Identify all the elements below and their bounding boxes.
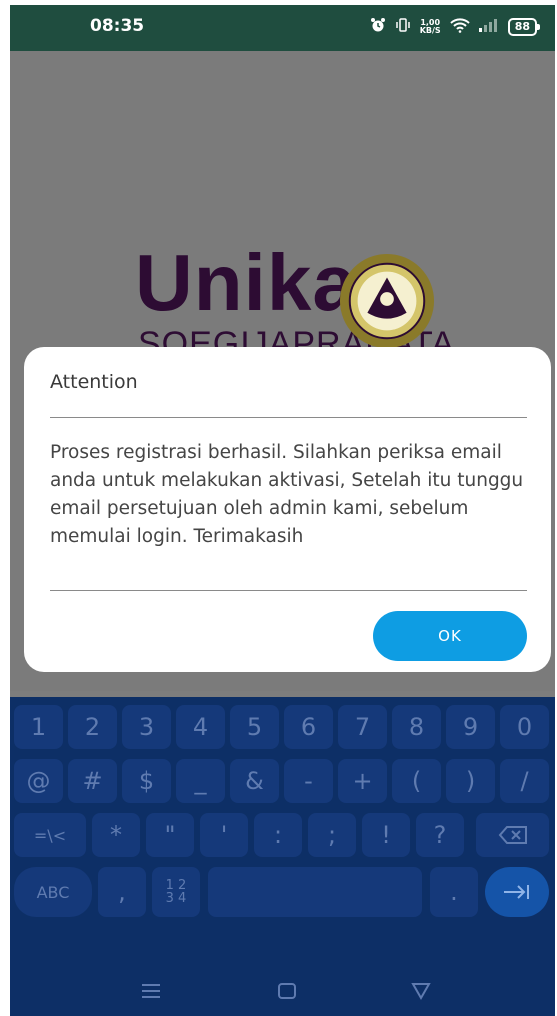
dialog-title: Attention	[50, 371, 138, 393]
phone-screen: 08:35 1,00 KB/S 88 Unika SOEGIJAPRANATA	[10, 5, 555, 1016]
backspace-icon	[498, 826, 527, 844]
key-close-paren[interactable]: )	[446, 759, 495, 803]
key-period[interactable]: .	[430, 867, 478, 917]
logo-title: Unika	[135, 238, 358, 327]
key-semicolon[interactable]: ;	[308, 813, 356, 857]
status-icons: 1,00 KB/S 88	[370, 17, 541, 37]
key-at[interactable]: @	[14, 759, 63, 803]
university-seal-logo	[339, 253, 435, 349]
key-numpad[interactable]: 1 2 3 4	[152, 867, 200, 917]
attention-dialog: Attention Proses registrasi berhasil. Si…	[24, 347, 551, 672]
back-triangle-icon[interactable]	[410, 981, 432, 1006]
enter-key[interactable]	[485, 867, 549, 917]
key-6[interactable]: 6	[284, 705, 333, 749]
home-icon[interactable]	[276, 981, 298, 1006]
navigation-bar	[10, 975, 555, 1016]
keyboard-row-numbers: 1 2 3 4 5 6 7 8 9 0	[10, 705, 555, 749]
backspace-key[interactable]	[476, 813, 549, 857]
battery-indicator: 88	[507, 18, 541, 36]
key-9[interactable]: 9	[446, 705, 495, 749]
network-speed-unit: KB/S	[419, 26, 441, 35]
numpad-label-bottom: 3 4	[165, 891, 187, 906]
key-comma[interactable]: ,	[98, 867, 146, 917]
enter-arrow-icon	[504, 885, 529, 899]
key-exclamation[interactable]: !	[362, 813, 410, 857]
key-1[interactable]: 1	[14, 705, 63, 749]
key-double-quote[interactable]: "	[146, 813, 194, 857]
key-more-symbols[interactable]: =\<	[14, 813, 86, 857]
key-underscore[interactable]: _	[176, 759, 225, 803]
key-space[interactable]	[208, 867, 422, 917]
alarm-icon	[370, 17, 386, 37]
menu-icon[interactable]	[140, 981, 162, 1006]
key-4[interactable]: 4	[176, 705, 225, 749]
key-ampersand[interactable]: &	[230, 759, 279, 803]
key-slash[interactable]: /	[500, 759, 549, 803]
network-speed: 1,00 KB/S	[420, 19, 441, 35]
key-asterisk[interactable]: *	[92, 813, 140, 857]
key-hash[interactable]: #	[68, 759, 117, 803]
key-single-quote[interactable]: '	[200, 813, 248, 857]
ok-button[interactable]: OK	[373, 611, 527, 661]
key-open-paren[interactable]: (	[392, 759, 441, 803]
key-5[interactable]: 5	[230, 705, 279, 749]
status-bar: 08:35 1,00 KB/S 88	[10, 5, 555, 51]
key-dollar[interactable]: $	[122, 759, 171, 803]
key-abc[interactable]: ABC	[14, 867, 92, 917]
vibrate-icon	[395, 18, 411, 36]
keyboard-row-more-symbols: =\< * " ' : ; ! ?	[10, 813, 555, 857]
key-8[interactable]: 8	[392, 705, 441, 749]
dialog-divider-top	[50, 417, 527, 418]
key-7[interactable]: 7	[338, 705, 387, 749]
key-2[interactable]: 2	[68, 705, 117, 749]
keyboard-row-symbols: @ # $ _ & - + ( ) /	[10, 759, 555, 803]
status-time: 08:35	[90, 16, 145, 36]
wifi-icon	[449, 17, 470, 37]
key-plus[interactable]: +	[338, 759, 387, 803]
key-0[interactable]: 0	[500, 705, 549, 749]
key-colon[interactable]: :	[254, 813, 302, 857]
dialog-divider-bottom	[50, 590, 527, 591]
key-3[interactable]: 3	[122, 705, 171, 749]
dialog-message: Proses registrasi berhasil. Silahkan per…	[50, 442, 524, 547]
keyboard-row-bottom: ABC , 1 2 3 4 .	[10, 867, 555, 921]
signal-icon	[478, 18, 499, 36]
keyboard: 1 2 3 4 5 6 7 8 9 0 @ # $ _ & - + ( ) / …	[10, 697, 555, 1016]
key-question[interactable]: ?	[416, 813, 464, 857]
key-minus[interactable]: -	[284, 759, 333, 803]
